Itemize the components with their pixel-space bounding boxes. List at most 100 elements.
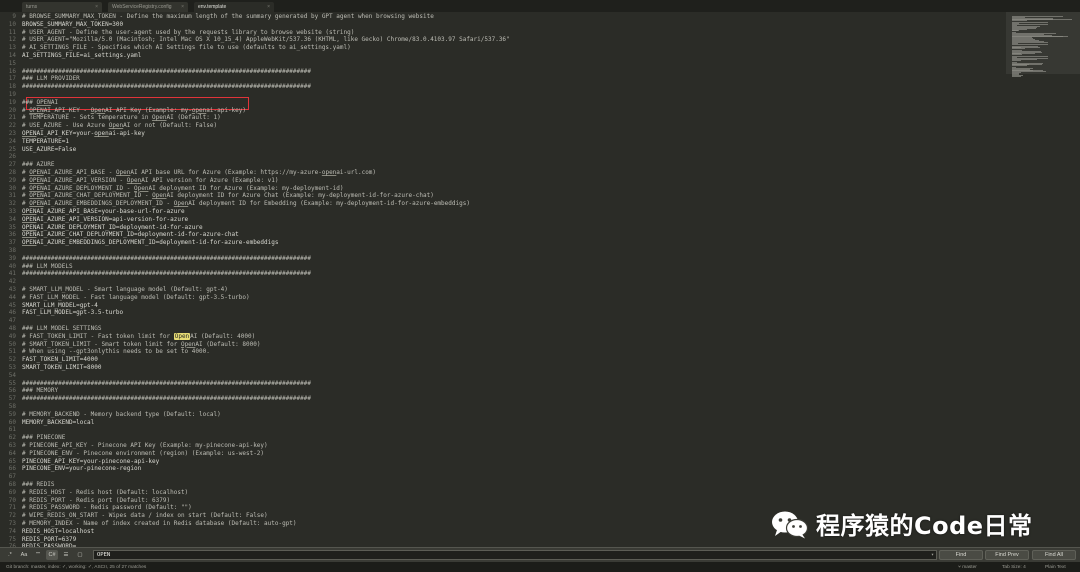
code-line[interactable]: 56 ### MEMORY xyxy=(0,387,1006,395)
code-line[interactable]: 29 # OPENAI_AZURE_API_VERSION - OpenAI AP… xyxy=(0,177,1006,185)
wrap-option-button[interactable]: C# xyxy=(46,550,58,560)
code-line[interactable]: 10 BROWSE_SUMMARY_MAX_TOKEN=300 xyxy=(0,21,1006,29)
code-line[interactable]: 23 OPENAI_API_KEY=your-openai-api-key xyxy=(0,130,1006,138)
tab-1[interactable]: WebServiceRegistry.config × xyxy=(108,2,188,12)
code-line[interactable]: 30 # OPENAI_AZURE_DEPLOYMENT_ID - OpenAI … xyxy=(0,185,1006,193)
code-line[interactable]: 26 xyxy=(0,153,1006,161)
line-text: # REDIS_PASSWORD - Redis password (Defau… xyxy=(22,504,192,512)
code-line[interactable]: 66 PINECONE_ENV=your-pinecone-region xyxy=(0,465,1006,473)
search-match: Open xyxy=(173,332,191,340)
code-line[interactable]: 48 ### LLM MODEL SETTINGS xyxy=(0,325,1006,333)
code-line[interactable]: 13 # AI_SETTINGS_FILE - Specifies which A… xyxy=(0,44,1006,52)
line-number: 68 xyxy=(8,481,16,488)
case-option-button[interactable]: Aa xyxy=(18,550,30,560)
code-line[interactable]: 27 ### AZURE xyxy=(0,161,1006,169)
code-line[interactable]: 28 # OPENAI_AZURE_API_BASE - OpenAI API b… xyxy=(0,169,1006,177)
code-line[interactable]: 50 # SMART_TOKEN_LIMIT - Smart token limi… xyxy=(0,341,1006,349)
code-line[interactable]: 39 ######################################… xyxy=(0,255,1006,263)
line-number: 40 xyxy=(8,262,16,270)
line-text: # REDIS_HOST - Redis host (Default: loca… xyxy=(22,488,189,496)
code-line[interactable]: 37 OPENAI_AZURE_EMBEDDINGS_DEPLOYMENT_ID=… xyxy=(0,239,1006,247)
line-text: OPENAI_AZURE_EMBEDDINGS_DEPLOYMENT_ID=de… xyxy=(22,239,279,247)
code-line[interactable]: 31 # OPENAI_AZURE_CHAT_DEPLOYMENT_ID - Op… xyxy=(0,192,1006,200)
code-line[interactable]: 32 # OPENAI_AZURE_EMBEDDINGS_DEPLOYMENT_I… xyxy=(0,200,1006,208)
line-text: # TEMPERATURE - Sets temperature in Open… xyxy=(22,114,221,122)
whole-word-option-button[interactable]: "" xyxy=(32,550,44,560)
code-line[interactable]: 43 # SMART_LLM_MODEL - Smart language mod… xyxy=(0,286,1006,294)
code-line[interactable]: 16 ######################################… xyxy=(0,68,1006,76)
code-line[interactable]: 36 OPENAI_AZURE_CHAT_DEPLOYMENT_ID=deploy… xyxy=(0,231,1006,239)
code-line[interactable]: 41 ######################################… xyxy=(0,270,1006,278)
code-line[interactable]: 49 # FAST_TOKEN_LIMIT - Fast token limit … xyxy=(0,332,1006,341)
code-line[interactable]: 24 TEMPERATURE=1 xyxy=(0,138,1006,146)
status-tab-size[interactable]: Tab Size: 4 xyxy=(1002,565,1026,570)
code-line[interactable]: 11 # USER_AGENT - Define the user-agent u… xyxy=(0,29,1006,37)
regex-option-button[interactable]: .* xyxy=(4,550,16,560)
find-all-button[interactable]: Find All xyxy=(1032,550,1076,560)
code-line[interactable]: 69 # REDIS_HOST - Redis host (Default: lo… xyxy=(0,489,1006,497)
code-line[interactable]: 17 ### LLM PROVIDER xyxy=(0,75,1006,83)
find-history-dropdown-icon[interactable]: ▾ xyxy=(931,551,934,559)
code-line[interactable]: 61 xyxy=(0,426,1006,434)
code-line[interactable]: 70 # REDIS_PORT - Redis port (Default: 63… xyxy=(0,497,1006,505)
code-line[interactable]: 52 FAST_TOKEN_LIMIT=4000 xyxy=(0,356,1006,364)
find-prev-button[interactable]: Find Prev xyxy=(985,550,1029,560)
line-number: 45 xyxy=(8,301,16,309)
code-line[interactable]: 19 xyxy=(0,91,1006,99)
code-line[interactable]: 25 USE_AZURE=False xyxy=(0,146,1006,154)
code-line[interactable]: 38 xyxy=(0,247,1006,255)
code-line[interactable]: 9 # BROWSE_SUMMARY_MAX_TOKEN - Define the… xyxy=(0,13,1006,21)
code-line[interactable]: 21 # TEMPERATURE - Sets temperature in Op… xyxy=(0,114,1006,122)
code-line[interactable]: 44 # FAST_LLM_MODEL - Fast language model… xyxy=(0,294,1006,302)
code-line[interactable]: 47 xyxy=(0,317,1006,325)
find-input[interactable]: OPEN ▾ xyxy=(93,550,937,560)
code-line[interactable]: 53 SMART_TOKEN_LIMIT=8000 xyxy=(0,364,1006,372)
line-number: 24 xyxy=(8,137,16,145)
tab-2[interactable]: env.template × xyxy=(194,2,274,12)
line-number: 30 xyxy=(8,184,16,192)
code-line[interactable]: 45 SMART_LLM_MODEL=gpt-4 xyxy=(0,302,1006,310)
code-line[interactable]: 34 OPENAI_AZURE_API_VERSION=api-version-f… xyxy=(0,216,1006,224)
code-line[interactable]: 19 ### OPENAI xyxy=(0,99,1006,107)
code-line[interactable]: 63 # PINECONE_API_KEY - Pinecone API Key … xyxy=(0,442,1006,450)
tab-close-icon[interactable]: × xyxy=(181,4,184,10)
line-number: 48 xyxy=(8,325,16,332)
code-line[interactable]: 67 xyxy=(0,473,1006,481)
code-line[interactable]: 14 AI_SETTINGS_FILE=ai_settings.yaml xyxy=(0,52,1006,60)
code-line[interactable]: 60 MEMORY_BACKEND=local xyxy=(0,419,1006,427)
code-line[interactable]: 33 OPENAI_AZURE_API_BASE=your-base-url-fo… xyxy=(0,208,1006,216)
line-number: 25 xyxy=(8,145,16,153)
code-line[interactable]: 62 ### PINECONE xyxy=(0,434,1006,442)
tab-close-icon[interactable]: × xyxy=(95,4,98,10)
line-number: 34 xyxy=(8,215,16,223)
code-line[interactable]: 59 # MEMORY_BACKEND - Memory backend type… xyxy=(0,411,1006,419)
code-line[interactable]: 22 # USE_AZURE - Use Azure OpenAI or not … xyxy=(0,122,1006,130)
code-line[interactable]: 46 FAST_LLM_MODEL=gpt-3.5-turbo xyxy=(0,309,1006,317)
code-line[interactable]: 64 # PINECONE_ENV - Pinecone environment … xyxy=(0,450,1006,458)
code-line[interactable]: 54 xyxy=(0,372,1006,380)
minimap[interactable] xyxy=(1006,12,1080,547)
code-line[interactable]: 65 PINECONE_API_KEY=your-pinecone-api-key xyxy=(0,458,1006,466)
status-syntax[interactable]: Plain Text xyxy=(1045,565,1066,570)
line-text: # OPENAI_AZURE_EMBEDDINGS_DEPLOYMENT_ID … xyxy=(22,200,470,208)
code-editor[interactable]: 9 # BROWSE_SUMMARY_MAX_TOKEN - Define the… xyxy=(0,12,1006,547)
code-line[interactable]: 35 OPENAI_AZURE_DEPLOYMENT_ID=deployment-… xyxy=(0,224,1006,232)
tab-0[interactable]: turns × xyxy=(22,2,102,12)
status-branch[interactable]: ⑂ master xyxy=(958,564,977,570)
code-line[interactable]: 68 ### REDIS xyxy=(0,481,1006,489)
line-number: 55 xyxy=(8,379,16,387)
in-selection-option-button[interactable]: ☰ xyxy=(60,550,72,560)
code-line[interactable]: 55 ######################################… xyxy=(0,380,1006,388)
code-line[interactable]: 20 # OPENAI_API_KEY - OpenAI API Key (Exa… xyxy=(0,107,1006,115)
find-button[interactable]: Find xyxy=(939,550,983,560)
code-line[interactable]: 42 xyxy=(0,278,1006,286)
code-line[interactable]: 15 xyxy=(0,60,1006,68)
highlight-option-button[interactable]: ▢ xyxy=(74,550,86,560)
code-line[interactable]: 40 ### LLM MODELS xyxy=(0,263,1006,271)
code-line[interactable]: 18 ######################################… xyxy=(0,83,1006,91)
tab-close-icon[interactable]: × xyxy=(267,4,270,10)
code-line[interactable]: 12 # USER_AGENT="Mozilla/5.0 (Macintosh; … xyxy=(0,36,1006,44)
code-line[interactable]: 51 # When using --gpt3onlythis needs to b… xyxy=(0,348,1006,356)
code-line[interactable]: 57 ######################################… xyxy=(0,395,1006,403)
code-line[interactable]: 58 xyxy=(0,403,1006,411)
